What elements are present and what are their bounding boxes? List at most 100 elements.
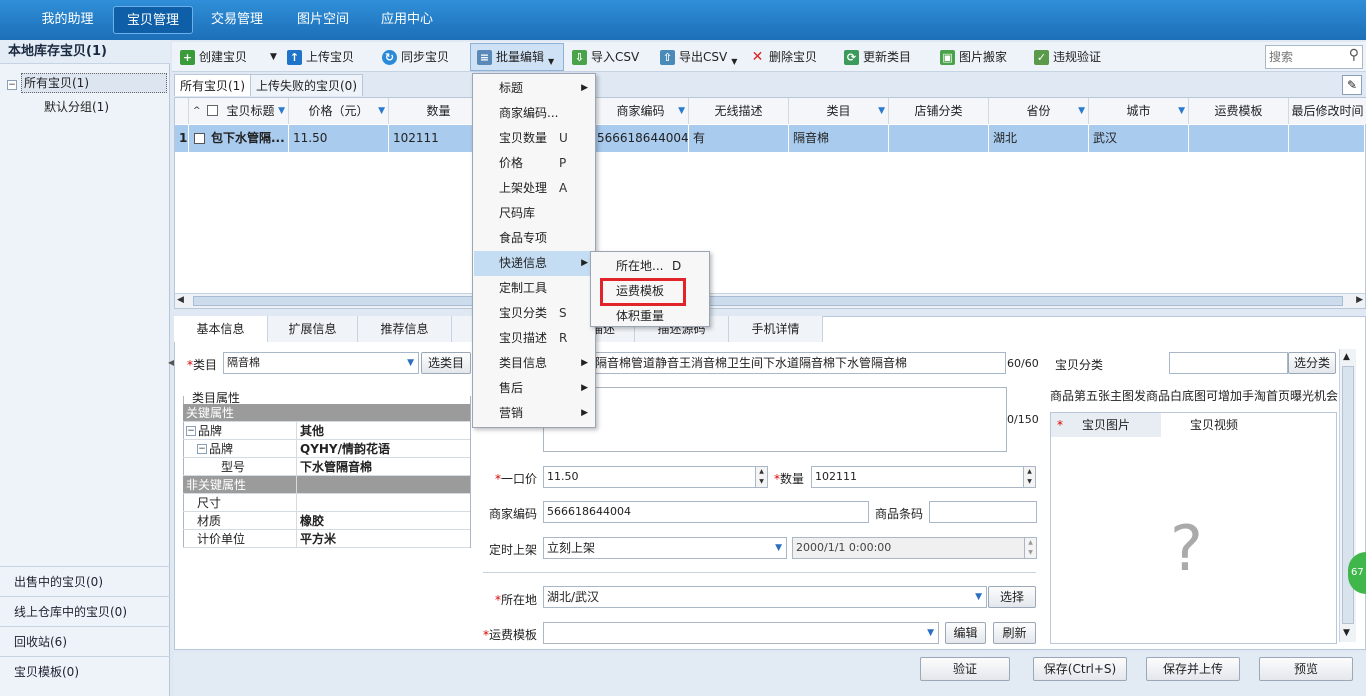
create-dropdown-icon[interactable]: ▼	[270, 46, 277, 68]
violation-check-button[interactable]: ✓ 违规验证	[1034, 46, 1101, 68]
menu-item-quantity[interactable]: 宝贝数量 U	[474, 126, 594, 151]
collapse-icon[interactable]: −	[7, 80, 17, 90]
tab-mobile-detail[interactable]: 手机详情	[729, 316, 823, 342]
scroll-down-icon[interactable]: ▼	[1343, 628, 1350, 638]
sidebar-item-templates[interactable]: 宝贝模板(0)	[0, 656, 170, 686]
column-header-freight[interactable]: 运费模板	[1189, 98, 1289, 124]
menu-item-description[interactable]: 宝贝描述 R	[474, 326, 594, 351]
tab-product-video[interactable]: 宝贝视频	[1161, 413, 1267, 437]
qty-input[interactable]: 102111 ▲ ▼	[811, 466, 1036, 488]
column-header-shop-category[interactable]: 店铺分类	[889, 98, 989, 124]
column-header-price[interactable]: 价格（元） ▼	[289, 98, 389, 124]
sidebar-item-selling[interactable]: 出售中的宝贝(0)	[0, 566, 170, 596]
sidebar-item-recycle[interactable]: 回收站(6)	[0, 626, 170, 656]
filter-icon[interactable]: ▼	[1178, 98, 1185, 124]
attr-row-brand[interactable]: − 品牌 其他	[183, 422, 470, 440]
delete-button[interactable]: ✕ 删除宝贝	[750, 46, 817, 68]
attr-row-material[interactable]: 材质 橡胶	[183, 512, 470, 530]
menu-item-category[interactable]: 宝贝分类 S	[474, 301, 594, 326]
filter-icon[interactable]: ▼	[678, 98, 685, 124]
column-header-mobile[interactable]: 无线描述	[689, 98, 789, 124]
edit-freight-button[interactable]: 编辑	[945, 622, 986, 644]
listing-time-input[interactable]: 2000/1/1 0:00:00 ▲ ▼	[792, 537, 1037, 559]
collapse-icon[interactable]: −	[197, 444, 207, 454]
menu-item-location[interactable]: 所在地... D	[592, 254, 708, 279]
select-shop-category-button[interactable]: 选分类	[1288, 352, 1336, 374]
edit-columns-icon[interactable]: ✎	[1342, 75, 1362, 95]
sync-button[interactable]: ↻ 同步宝贝	[382, 46, 449, 68]
nav-tab-apps[interactable]: 应用中心	[372, 6, 442, 34]
stepper-icon[interactable]: ▲ ▼	[755, 467, 767, 487]
menu-item-volume-weight[interactable]: 体积重量	[592, 304, 708, 329]
tree-item-all[interactable]: 所有宝贝(1)	[21, 73, 167, 93]
listing-select[interactable]: 立刻上架 ▼	[543, 537, 787, 559]
horizontal-scrollbar[interactable]: ◀ ▶	[175, 293, 1365, 308]
scroll-up-icon[interactable]: ▲	[1343, 352, 1350, 362]
tab-extended-info[interactable]: 扩展信息	[268, 316, 358, 342]
menu-item-food[interactable]: 食品专项	[474, 226, 594, 251]
row-checkbox[interactable]	[194, 133, 205, 144]
subtitle-input[interactable]	[543, 387, 1007, 452]
menu-item-after-sale[interactable]: 售后 ▶	[474, 376, 594, 401]
column-header-code[interactable]: 商家编码 ▼	[593, 98, 689, 124]
select-all-checkbox[interactable]	[207, 105, 218, 116]
sidebar-item-warehouse[interactable]: 线上仓库中的宝贝(0)	[0, 596, 170, 626]
filter-icon[interactable]: ▼	[378, 98, 385, 124]
search-input[interactable]	[1269, 47, 1341, 67]
nav-tab-images[interactable]: 图片空间	[288, 6, 358, 34]
tab-recommend-info[interactable]: 推荐信息	[358, 316, 452, 342]
menu-item-price[interactable]: 价格 P	[474, 151, 594, 176]
menu-item-category-info[interactable]: 类目信息 ▶	[474, 351, 594, 376]
batch-edit-button[interactable]: ≡ 批量编辑 ▼	[470, 43, 564, 71]
price-input[interactable]: 11.50 ▲ ▼	[543, 466, 768, 488]
image-move-button[interactable]: ▣ 图片搬家	[940, 46, 1007, 68]
filter-icon[interactable]: ▼	[278, 98, 285, 124]
tab-basic-info[interactable]: 基本信息	[174, 316, 268, 342]
location-select[interactable]: 湖北/武汉 ▼	[543, 586, 987, 608]
shop-category-input[interactable]	[1169, 352, 1288, 374]
preview-button[interactable]: 预览	[1259, 657, 1353, 681]
stepper-icon[interactable]: ▲ ▼	[1023, 467, 1035, 487]
select-location-button[interactable]: 选择	[988, 586, 1036, 608]
tab-upload-failed[interactable]: 上传失败的宝贝(0)	[250, 74, 363, 96]
menu-item-custom-tools[interactable]: 定制工具	[474, 276, 594, 301]
barcode-input[interactable]	[929, 501, 1037, 523]
upload-button[interactable]: ↑ 上传宝贝	[287, 46, 354, 68]
column-header-city[interactable]: 城市 ▼	[1089, 98, 1189, 124]
menu-item-title[interactable]: 标题 ▶	[474, 76, 594, 101]
nav-tab-trade[interactable]: 交易管理	[202, 6, 272, 34]
column-header-province[interactable]: 省份 ▼	[989, 98, 1089, 124]
scroll-right-icon[interactable]: ▶	[1356, 295, 1363, 305]
attr-row-unit[interactable]: 计价单位 平方米	[183, 530, 470, 548]
import-csv-button[interactable]: ⇩ 导入CSV	[572, 46, 639, 68]
vertical-scrollbar[interactable]: ▲ ▼	[1339, 349, 1356, 642]
save-button[interactable]: 保存(Ctrl+S)	[1033, 657, 1127, 681]
update-category-button[interactable]: ⟳ 更新类目	[844, 46, 911, 68]
attr-row-model[interactable]: 型号 下水管隔音棉	[183, 458, 470, 476]
search-icon[interactable]: ⚲	[1349, 47, 1359, 63]
menu-item-express[interactable]: 快递信息 ▶	[474, 251, 594, 276]
menu-item-merchant-code[interactable]: 商家编码...	[474, 101, 594, 126]
verify-button[interactable]: 验证	[920, 657, 1010, 681]
attr-row-brand-sub[interactable]: − 品牌 QYHY/情韵花语	[183, 440, 470, 458]
tab-product-images[interactable]: * 宝贝图片	[1051, 413, 1161, 437]
column-header-modified[interactable]: 最后修改时间	[1289, 98, 1366, 124]
title-input[interactable]: 隔音棉管道静音王消音棉卫生间下水道隔音棉下水管隔音棉	[591, 352, 1006, 374]
tab-all-items[interactable]: 所有宝贝(1)	[174, 74, 251, 96]
filter-icon[interactable]: ▼	[878, 98, 885, 124]
merchant-code-input[interactable]: 566618644004	[543, 501, 869, 523]
create-button[interactable]: + 创建宝贝	[180, 46, 247, 68]
export-csv-button[interactable]: ⇧ 导出CSV ▼	[660, 46, 737, 68]
menu-item-listing[interactable]: 上架处理 A	[474, 176, 594, 201]
select-category-button[interactable]: 选类目	[421, 352, 471, 374]
menu-item-size-library[interactable]: 尺码库	[474, 201, 594, 226]
menu-item-marketing[interactable]: 营销 ▶	[474, 401, 594, 426]
tree-item-default-group[interactable]: 默认分组(1)	[44, 98, 109, 115]
category-select[interactable]: 隔音棉 ▼	[223, 352, 419, 374]
freight-template-select[interactable]: ▼	[543, 622, 939, 644]
scrollbar-thumb[interactable]	[193, 296, 1343, 306]
collapse-icon[interactable]: −	[186, 426, 196, 436]
nav-tab-assistant[interactable]: 我的助理	[30, 6, 105, 34]
stepper-icon[interactable]: ▲ ▼	[1024, 538, 1036, 558]
column-header-category[interactable]: 类目 ▼	[789, 98, 889, 124]
